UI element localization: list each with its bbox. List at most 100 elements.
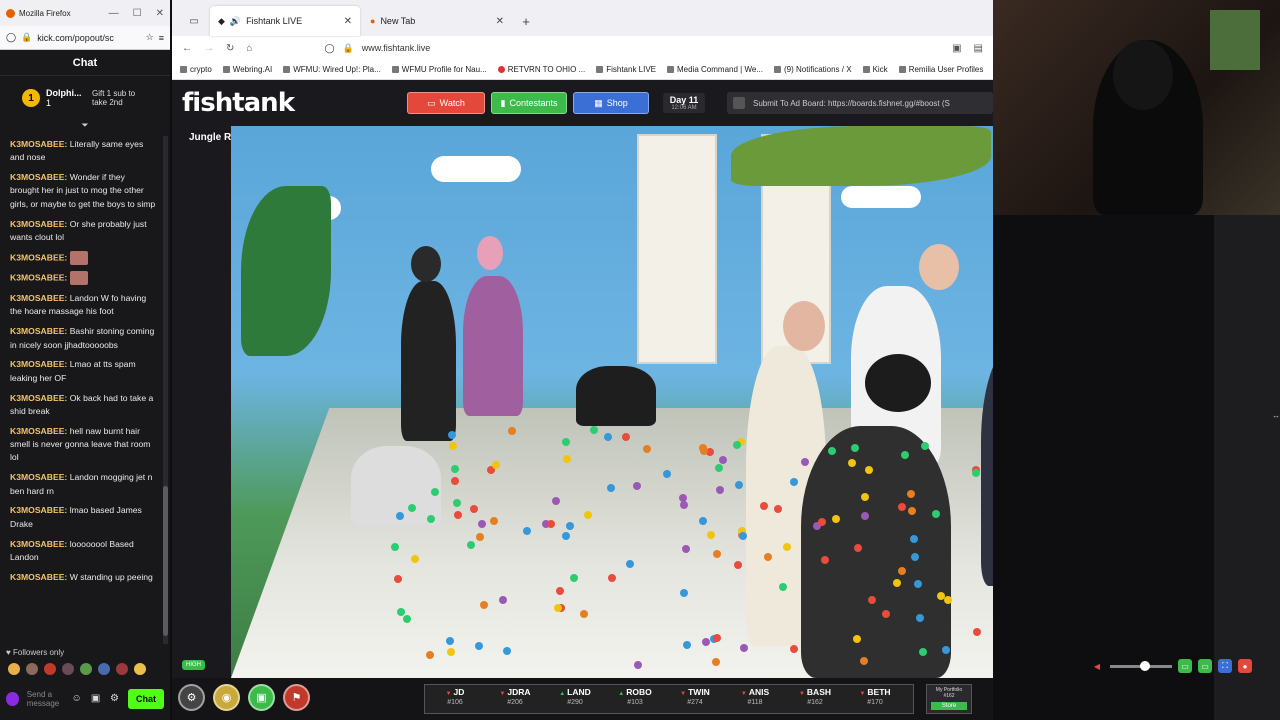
chat-username[interactable]: K3MOSABEE: — [10, 572, 67, 582]
fishtank-logo[interactable]: fishtank — [182, 88, 407, 118]
gift-icon[interactable]: ▣ — [90, 693, 101, 705]
chat-username[interactable]: K3MOSABEE: — [10, 293, 67, 303]
chat-url-bar[interactable]: ◯ 🔒 kick.com/popout/sc ☆ ≡ — [0, 26, 170, 50]
avatar-icon[interactable] — [6, 692, 19, 706]
pinned-leaderboard[interactable]: 1 Dolphi... 1 Gift 1 sub to take 2nd — [0, 76, 170, 120]
theater-icon[interactable]: ▭ — [1198, 659, 1212, 673]
emote-icon[interactable] — [116, 663, 128, 675]
contestant-score[interactable]: ▼ BETH #170 — [845, 685, 905, 713]
close-icon[interactable]: ✕ — [156, 8, 164, 19]
emoji-icon[interactable]: ☺ — [71, 693, 82, 705]
contestants-button[interactable]: ▮ Contestants — [491, 92, 567, 114]
contestant-score[interactable]: ▼ BASH #162 — [785, 685, 845, 713]
chat-username[interactable]: K3MOSABEE: — [10, 172, 67, 182]
chat-scrollbar[interactable] — [163, 136, 168, 644]
pip-icon[interactable]: ▣ — [952, 43, 961, 54]
maximize-icon[interactable]: ☐ — [133, 8, 142, 19]
chat-username[interactable]: K3MOSABEE: — [10, 139, 67, 149]
emote-icon[interactable] — [134, 663, 146, 675]
emote-icon[interactable] — [80, 663, 92, 675]
ball — [881, 609, 890, 618]
record-icon[interactable]: ● — [1238, 659, 1252, 673]
emote-icon[interactable] — [44, 663, 56, 675]
menu-icon[interactable]: ≡ — [159, 33, 164, 43]
fullscreen-icon[interactable]: ⛶ — [1218, 659, 1232, 673]
collapse-chevron-icon[interactable]: ⏷ — [0, 120, 170, 134]
forward-icon[interactable]: → — [204, 43, 214, 54]
bookmark-item[interactable]: Remilia User Profiles — [899, 65, 984, 74]
bookmark-item[interactable]: WFMU Profile for Nau... — [392, 65, 487, 74]
bookmark-item[interactable]: (9) Notifications / X — [774, 65, 852, 74]
chat-username[interactable]: K3MOSABEE: — [10, 359, 67, 369]
camera-feed[interactable] — [231, 126, 993, 678]
quick-emotes[interactable] — [8, 663, 146, 675]
ball — [868, 595, 877, 604]
settings-gear-icon[interactable]: ⚙ — [109, 693, 120, 705]
contestant-score[interactable]: ▲ ROBO #103 — [605, 685, 665, 713]
chat-username[interactable]: K3MOSABEE: — [10, 326, 67, 336]
chat-username[interactable]: K3MOSABEE: — [10, 426, 67, 436]
back-icon[interactable]: ← — [182, 43, 192, 54]
close-tab-icon[interactable]: ✕ — [344, 16, 352, 27]
tab-new[interactable]: ● New Tab ✕ — [362, 6, 512, 36]
bookmark-star-icon[interactable]: ☆ — [146, 32, 154, 43]
rank-badge: 1 — [22, 89, 40, 107]
poster — [1210, 10, 1260, 70]
coins-icon[interactable]: ◉ — [213, 684, 240, 711]
chat-username[interactable]: K3MOSABEE: — [10, 252, 67, 262]
shop-button[interactable]: ▦ Shop — [573, 92, 649, 114]
tab-list-icon[interactable]: ▭ — [180, 6, 208, 36]
message-input[interactable]: Send a message — [27, 690, 63, 708]
bookmark-item[interactable]: Fishtank LIVE — [596, 65, 656, 74]
reload-icon[interactable]: ↻ — [226, 43, 234, 54]
chat-username[interactable]: K3MOSABEE: — [10, 273, 67, 283]
emote-icon[interactable] — [26, 663, 38, 675]
chat-username[interactable]: K3MOSABEE: — [10, 393, 67, 403]
tab-fishtank[interactable]: ◆ 🔊 Fishtank LIVE ✕ — [210, 6, 360, 36]
ad-board-banner[interactable]: Submit To Ad Board: https://boards.fishn… — [727, 92, 993, 114]
contestant-score[interactable]: ▼ JD #106 — [425, 685, 485, 713]
bookmark-item[interactable]: WFMU: Wired Up!: Pla... — [283, 65, 381, 74]
volume-icon[interactable]: ◀ — [1090, 659, 1104, 673]
emote-icon[interactable] — [62, 663, 74, 675]
store-button[interactable]: Store — [931, 702, 967, 710]
items-icon[interactable]: ▣ — [248, 684, 275, 711]
gift-sub-text[interactable]: Gift 1 sub to take 2nd — [92, 89, 148, 107]
alerts-icon[interactable]: ⚑ — [283, 684, 310, 711]
contestant-score[interactable]: ▼ JDRA #206 — [485, 685, 545, 713]
watch-button[interactable]: ▭ Watch — [407, 92, 485, 114]
send-chat-button[interactable]: Chat — [128, 689, 164, 709]
quality-badge[interactable]: HIGH — [182, 660, 205, 670]
home-icon[interactable]: ⌂ — [246, 43, 252, 54]
audio-icon[interactable]: 🔊 — [230, 16, 241, 27]
chat-url[interactable]: kick.com/popout/sc — [37, 33, 140, 43]
trend-up-icon: ▲ — [559, 691, 566, 697]
resize-arrow-icon[interactable]: ↔ — [1272, 411, 1280, 420]
minimize-icon[interactable]: — — [109, 8, 119, 19]
bookmark-item[interactable]: Kick — [863, 65, 888, 74]
contestant-score[interactable]: ▼ TWIN #274 — [665, 685, 725, 713]
ball — [499, 595, 508, 604]
bookmark-item[interactable]: RETVRN TO OHIO ... — [498, 65, 586, 74]
bookmark-item[interactable]: Webring.AI — [223, 65, 272, 74]
emote-icon[interactable] — [98, 663, 110, 675]
volume-slider[interactable] — [1110, 660, 1172, 671]
bookmark-item[interactable]: Media Command | We... — [667, 65, 763, 74]
contestant-score[interactable]: ▼ ANIS #118 — [725, 685, 785, 713]
address-bar[interactable]: ◯ 🔒 www.fishtank.live — [324, 43, 940, 54]
bookmark-item[interactable]: crypto — [180, 65, 212, 74]
address-text[interactable]: www.fishtank.live — [362, 43, 431, 53]
contestant-score[interactable]: ▲ LAND #290 — [545, 685, 605, 713]
new-tab-icon[interactable]: + — [514, 6, 538, 36]
portfolio-panel[interactable]: My Portfolio #162 Store — [926, 684, 972, 714]
chat-overlay-icon[interactable]: ▭ — [1178, 659, 1192, 673]
chat-message: K3MOSABEE: Or she probably just wants cl… — [10, 218, 156, 245]
close-tab-icon[interactable]: ✕ — [496, 16, 504, 27]
chat-username[interactable]: K3MOSABEE: — [10, 539, 67, 549]
settings-icon[interactable]: ⚙ — [178, 684, 205, 711]
chat-username[interactable]: K3MOSABEE: — [10, 505, 67, 515]
chat-username[interactable]: K3MOSABEE: — [10, 472, 67, 482]
chat-username[interactable]: K3MOSABEE: — [10, 219, 67, 229]
emote-icon[interactable] — [8, 663, 20, 675]
reader-icon[interactable]: ▤ — [974, 43, 983, 54]
